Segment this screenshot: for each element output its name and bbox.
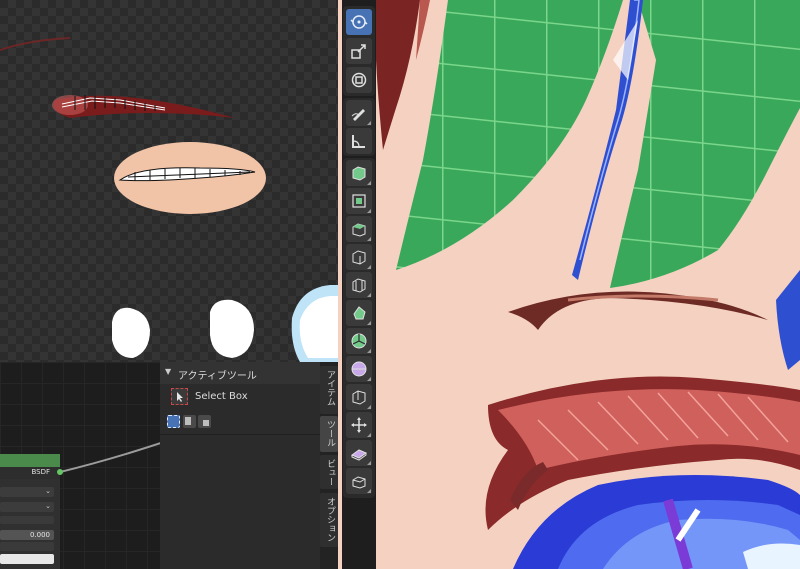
node-color-field[interactable] [0, 554, 54, 564]
view-rotate-button[interactable] [346, 9, 372, 35]
tab-tool[interactable]: ツール [320, 416, 338, 452]
extrude-button[interactable] [346, 188, 372, 214]
node-dropdown-2[interactable]: ⌄ [0, 502, 54, 512]
smooth-button[interactable] [346, 356, 372, 382]
tab-options-label: オプション [325, 497, 335, 542]
annotate-button[interactable] [346, 100, 372, 126]
shrink-fatten-icon [351, 417, 367, 433]
uv-texture-canvas [0, 37, 338, 362]
measure-icon [352, 135, 365, 148]
poly-build-button[interactable] [346, 300, 372, 326]
smooth-icon [351, 361, 367, 377]
tab-view-label: ビュー [325, 459, 335, 486]
active-tool-title: アクティブツール [178, 371, 257, 382]
scale-icon [351, 44, 366, 59]
add-cube-button[interactable] [346, 160, 372, 186]
tab-item-label: アイテム [325, 370, 335, 406]
panel-divider [160, 434, 320, 435]
3d-scene [376, 0, 800, 569]
collapse-arrow-icon[interactable]: ▼ [165, 367, 171, 376]
shear-icon [350, 449, 368, 461]
inset-button[interactable] [346, 216, 372, 242]
active-tool-name: Select Box [195, 391, 248, 402]
rip-icon [352, 476, 366, 489]
chevron-down-icon: ⌄ [45, 487, 51, 495]
mode-subtract-icon[interactable] [198, 415, 211, 428]
scale-button[interactable] [346, 38, 372, 64]
edge-slide-button[interactable] [346, 384, 372, 410]
node-slot-row [0, 542, 54, 551]
bsdf-output-label: BSDF [31, 468, 50, 476]
view-rotate-icon [350, 15, 368, 29]
tab-tool-label: ツール [325, 420, 335, 447]
measure-button[interactable] [346, 128, 372, 154]
node-link [60, 439, 170, 473]
bevel-button[interactable] [346, 244, 372, 270]
3d-viewport[interactable] [338, 0, 800, 569]
annotate-icon [351, 109, 365, 121]
loop-cut-icon [352, 278, 366, 293]
tab-view[interactable]: ビュー [320, 455, 338, 489]
mode-extend-icon[interactable] [183, 415, 196, 428]
mode-new-icon[interactable] [167, 415, 180, 428]
node-dropdown-1[interactable]: ⌄ [0, 487, 54, 497]
poly-build-icon [353, 306, 366, 320]
spin-button[interactable] [346, 328, 372, 354]
shrink-fatten-button[interactable] [346, 412, 372, 438]
tab-item[interactable]: アイテム [320, 366, 338, 414]
shear-button[interactable] [346, 440, 372, 466]
edge-slide-icon [352, 390, 366, 405]
transform-button[interactable] [346, 67, 372, 93]
chevron-down-icon: ⌄ [45, 502, 51, 510]
bevel-icon [352, 250, 366, 265]
add-cube-icon [352, 166, 366, 181]
extrude-icon [352, 194, 366, 208]
transform-icon [351, 72, 367, 88]
tab-options[interactable]: オプション [320, 493, 338, 547]
rip-button[interactable] [346, 468, 372, 494]
loop-cut-button[interactable] [346, 272, 372, 298]
node-value-field[interactable]: 0.000 [0, 530, 54, 540]
bsdf-output-socket[interactable] [57, 469, 63, 475]
select-box-icon[interactable] [171, 388, 188, 405]
bsdf-output-row: BSDF [0, 467, 60, 479]
bsdf-node-header[interactable] [0, 454, 60, 467]
spin-icon [351, 333, 367, 349]
inset-icon [352, 223, 366, 237]
node-slot-row [0, 516, 54, 524]
uv-editor-viewport[interactable] [0, 0, 338, 362]
